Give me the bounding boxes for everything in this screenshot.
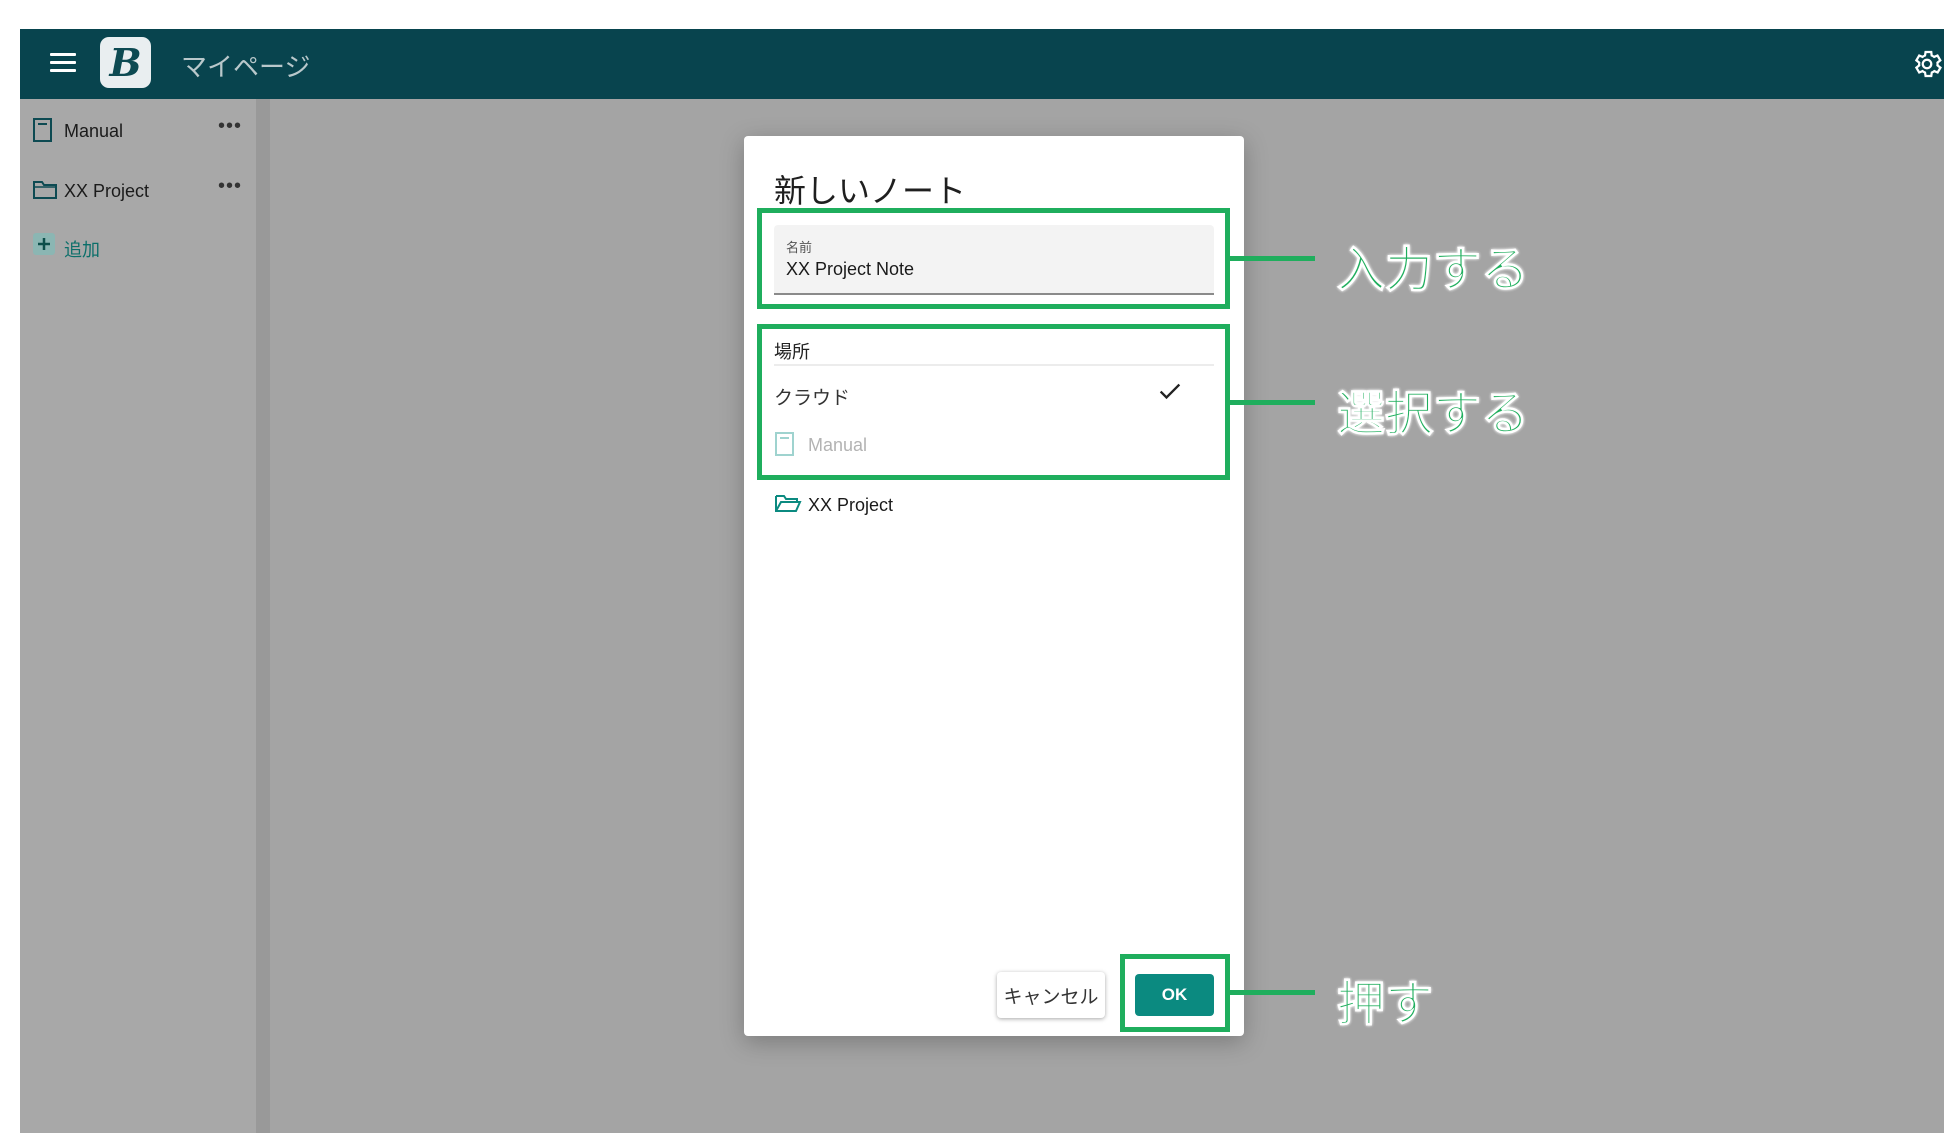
sidebar-add-button[interactable]: 追加 (32, 230, 256, 260)
note-name-field[interactable]: 名前 XX Project Note (774, 225, 1214, 295)
ok-button[interactable]: OK (1135, 974, 1214, 1016)
folder-icon (33, 181, 57, 199)
checkmark-icon (1159, 383, 1181, 400)
location-option-label: クラウド (774, 388, 851, 409)
plus-icon (33, 233, 55, 255)
app-logo: B (100, 37, 151, 88)
hamburger-menu-icon[interactable] (50, 53, 76, 75)
cancel-button[interactable]: キャンセル (997, 972, 1105, 1018)
gear-icon[interactable] (1910, 47, 1944, 81)
annotation-input-text: 入力する (1336, 244, 1530, 298)
callout-line (1230, 990, 1315, 995)
dialog-title: 新しいノート (774, 173, 967, 209)
sidebar-item-label: Manual (64, 121, 124, 141)
annotation-select-text: 選択する (1336, 388, 1530, 442)
more-options-icon[interactable]: ••• (218, 115, 242, 138)
sidebar-add-label: 追加 (64, 240, 100, 260)
new-note-dialog: 新しいノート 名前 XX Project Note 場所 クラウド Manual… (744, 136, 1244, 1036)
name-field-label: 名前 (786, 240, 813, 255)
location-option-label: XX Project (808, 495, 894, 515)
location-option-label: Manual (808, 435, 868, 455)
page-title: マイページ (181, 52, 311, 82)
name-field-value[interactable]: XX Project Note (786, 259, 914, 280)
sidebar-item-xx-project[interactable]: XX Project ••• (32, 175, 256, 205)
location-option-xx-project[interactable]: XX Project (774, 489, 1214, 523)
callout-line (1230, 256, 1315, 261)
location-option-manual: Manual (774, 429, 1214, 463)
sidebar-item-label: XX Project (64, 181, 150, 201)
notebook-icon (33, 118, 52, 142)
folder-open-icon (775, 495, 802, 512)
callout-line (1230, 400, 1315, 405)
divider (774, 364, 1214, 366)
logo-letter: B (109, 40, 142, 85)
location-label: 場所 (774, 342, 810, 362)
sidebar: Manual ••• XX Project ••• 追加 (20, 99, 256, 1133)
sidebar-item-manual[interactable]: Manual ••• (32, 115, 256, 145)
location-option-cloud[interactable]: クラウド (774, 373, 1214, 415)
top-app-bar: B マイページ (20, 29, 1944, 99)
notebook-icon (775, 432, 794, 456)
annotation-press-text: 押す (1336, 978, 1434, 1032)
more-options-icon[interactable]: ••• (218, 175, 242, 198)
sidebar-resize-handle[interactable] (256, 99, 270, 1133)
